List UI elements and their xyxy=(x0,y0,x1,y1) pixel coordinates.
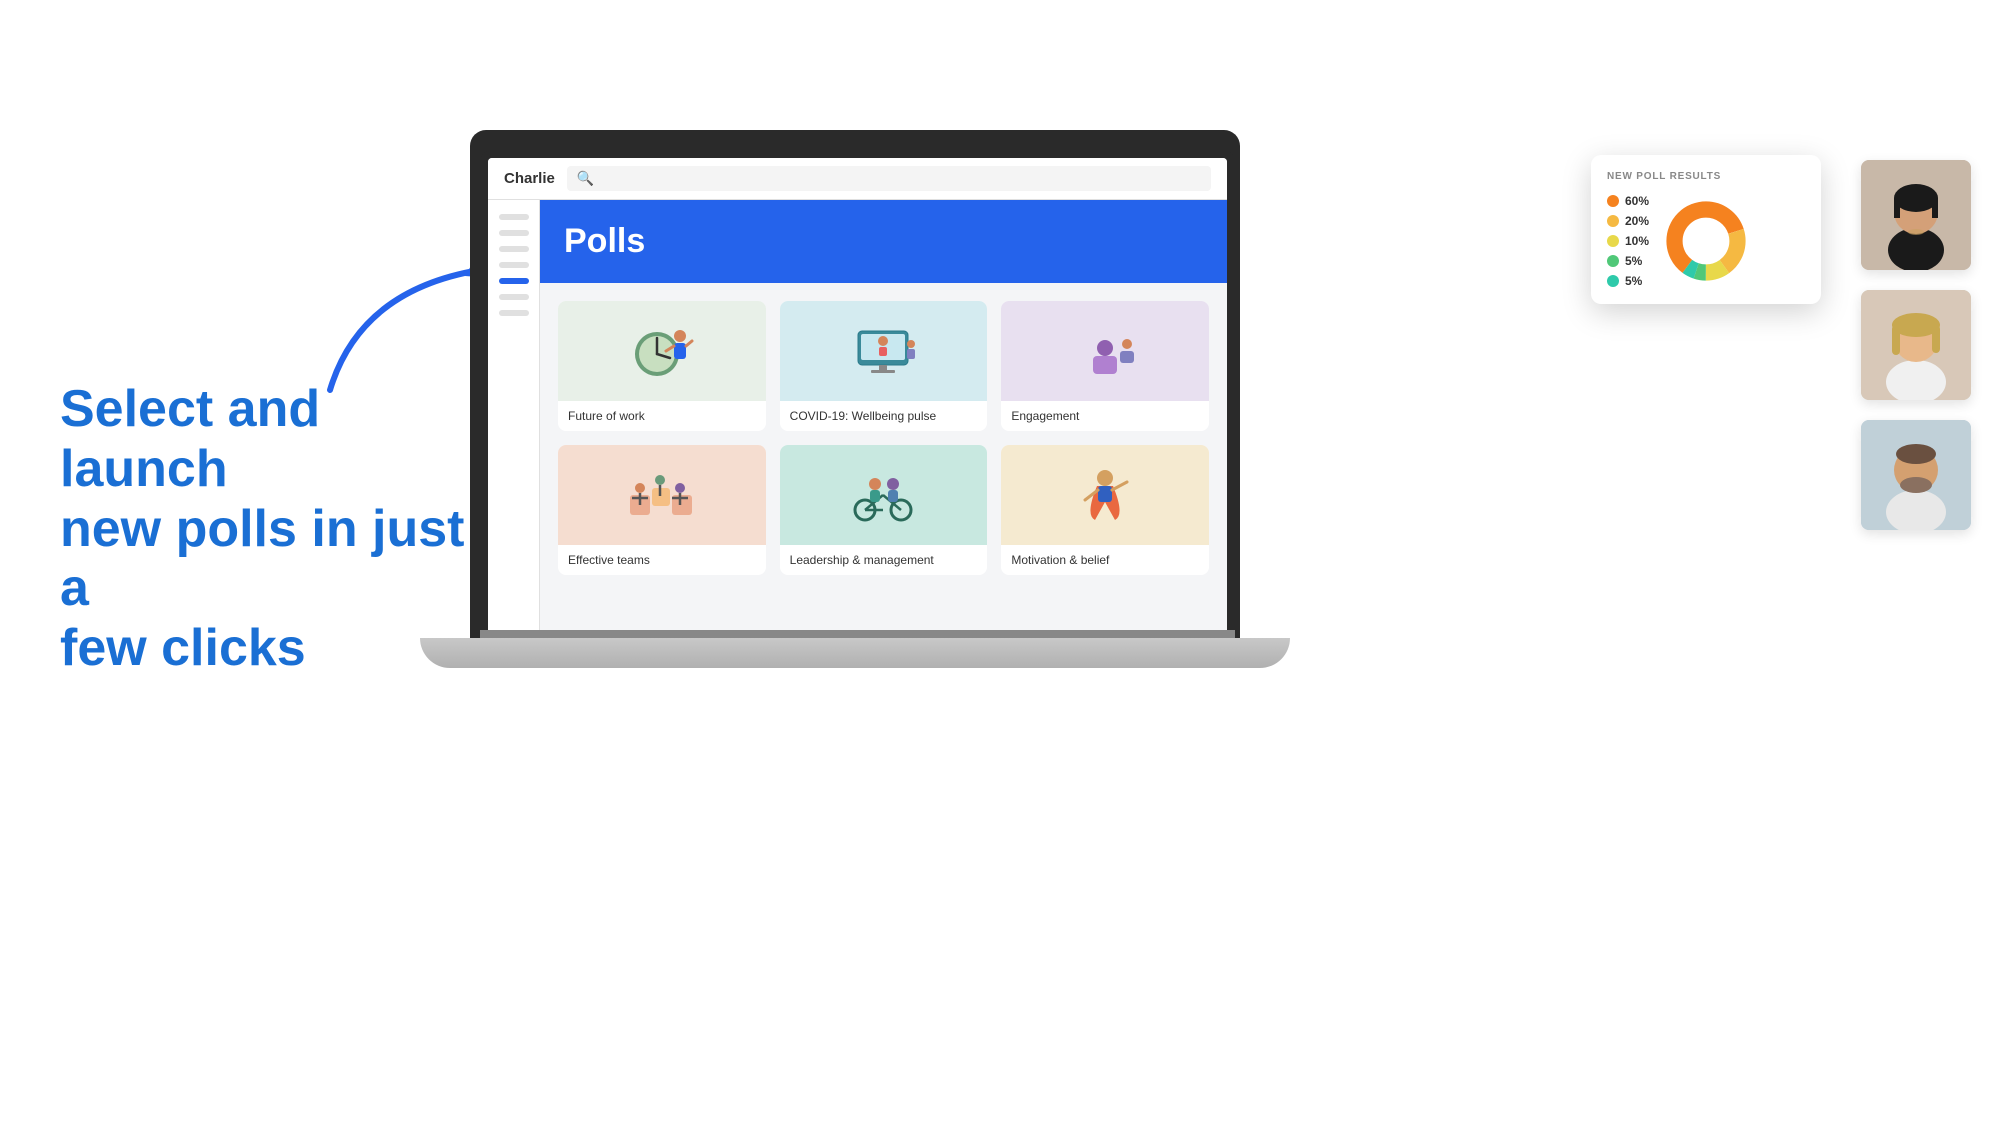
card-label-leadership: Leadership & management xyxy=(780,545,988,575)
popup-legend: 60% 20% 10% 5% 5% xyxy=(1607,194,1649,288)
card-image-engagement xyxy=(1001,301,1209,401)
sidebar-item-2[interactable] xyxy=(499,230,529,236)
avatar-1-placeholder xyxy=(1861,160,1971,270)
sidebar-item-3[interactable] xyxy=(499,246,529,252)
laptop-body xyxy=(420,638,1290,668)
avatar-1 xyxy=(1861,160,1971,270)
sidebar-item-6[interactable] xyxy=(499,294,529,300)
polls-grid: Future of work xyxy=(540,283,1227,593)
legend-dot-1 xyxy=(1607,195,1619,207)
card-label-engagement: Engagement xyxy=(1001,401,1209,431)
avatars-right xyxy=(1861,160,1971,530)
legend-dot-3 xyxy=(1607,235,1619,247)
legend-label-5: 5% xyxy=(1625,274,1642,288)
legend-label-3: 10% xyxy=(1625,234,1649,248)
avatar-2-placeholder xyxy=(1861,290,1971,400)
legend-item-2: 20% xyxy=(1607,214,1649,228)
popup-title: NEW POLL RESULTS xyxy=(1607,171,1805,182)
topbar: Charlie 🔍 xyxy=(488,158,1227,200)
popup-body: 60% 20% 10% 5% 5% xyxy=(1607,194,1805,288)
card-label-covid: COVID-19: Wellbeing pulse xyxy=(780,401,988,431)
brand-logo: Charlie xyxy=(504,170,555,187)
app-layout: Polls xyxy=(488,200,1227,632)
card-image-future xyxy=(558,301,766,401)
poll-results-popup: NEW POLL RESULTS 60% 20% 10% 5% 5% xyxy=(1591,155,1821,304)
card-image-leadership xyxy=(780,445,988,545)
search-bar[interactable]: 🔍 xyxy=(567,166,1211,191)
legend-item-1: 60% xyxy=(1607,194,1649,208)
poll-card-motivation[interactable]: Motivation & belief xyxy=(1001,445,1209,575)
legend-label-1: 60% xyxy=(1625,194,1649,208)
search-icon: 🔍 xyxy=(577,170,594,187)
headline: Select and launch new polls in just a fe… xyxy=(60,380,480,679)
legend-dot-4 xyxy=(1607,255,1619,267)
legend-item-4: 5% xyxy=(1607,254,1649,268)
card-label-future: Future of work xyxy=(558,401,766,431)
legend-item-3: 10% xyxy=(1607,234,1649,248)
legend-item-5: 5% xyxy=(1607,274,1649,288)
poll-card-leadership[interactable]: Leadership & management xyxy=(780,445,988,575)
laptop-frame: Charlie 🔍 Polls xyxy=(420,130,1290,700)
card-image-covid xyxy=(780,301,988,401)
avatar-3 xyxy=(1861,420,1971,530)
polls-title: Polls xyxy=(564,222,1203,261)
sidebar-item-4[interactable] xyxy=(499,262,529,268)
poll-card-future-of-work[interactable]: Future of work xyxy=(558,301,766,431)
poll-card-engagement[interactable]: Engagement xyxy=(1001,301,1209,431)
card-label-teams: Effective teams xyxy=(558,545,766,575)
laptop-screen: Charlie 🔍 Polls xyxy=(480,150,1235,640)
card-label-motivation: Motivation & belief xyxy=(1001,545,1209,575)
headline-line1: Select and launch xyxy=(60,380,320,498)
legend-label-2: 20% xyxy=(1625,214,1649,228)
legend-dot-5 xyxy=(1607,275,1619,287)
headline-line3: few clicks xyxy=(60,619,306,677)
sidebar-item-5-active[interactable] xyxy=(499,278,529,284)
donut-chart xyxy=(1661,196,1751,286)
legend-dot-2 xyxy=(1607,215,1619,227)
poll-card-effective-teams[interactable]: Effective teams xyxy=(558,445,766,575)
polls-header: Polls xyxy=(540,200,1227,283)
card-image-teams xyxy=(558,445,766,545)
main-content: Polls xyxy=(540,200,1227,632)
poll-card-covid[interactable]: COVID-19: Wellbeing pulse xyxy=(780,301,988,431)
avatar-2 xyxy=(1861,290,1971,400)
headline-line2: new polls in just a xyxy=(60,500,464,618)
card-image-motivation xyxy=(1001,445,1209,545)
avatar-3-placeholder xyxy=(1861,420,1971,530)
left-content: Select and launch new polls in just a fe… xyxy=(60,380,480,679)
sidebar xyxy=(488,200,540,632)
legend-label-4: 5% xyxy=(1625,254,1642,268)
sidebar-item-1[interactable] xyxy=(499,214,529,220)
sidebar-item-7[interactable] xyxy=(499,310,529,316)
